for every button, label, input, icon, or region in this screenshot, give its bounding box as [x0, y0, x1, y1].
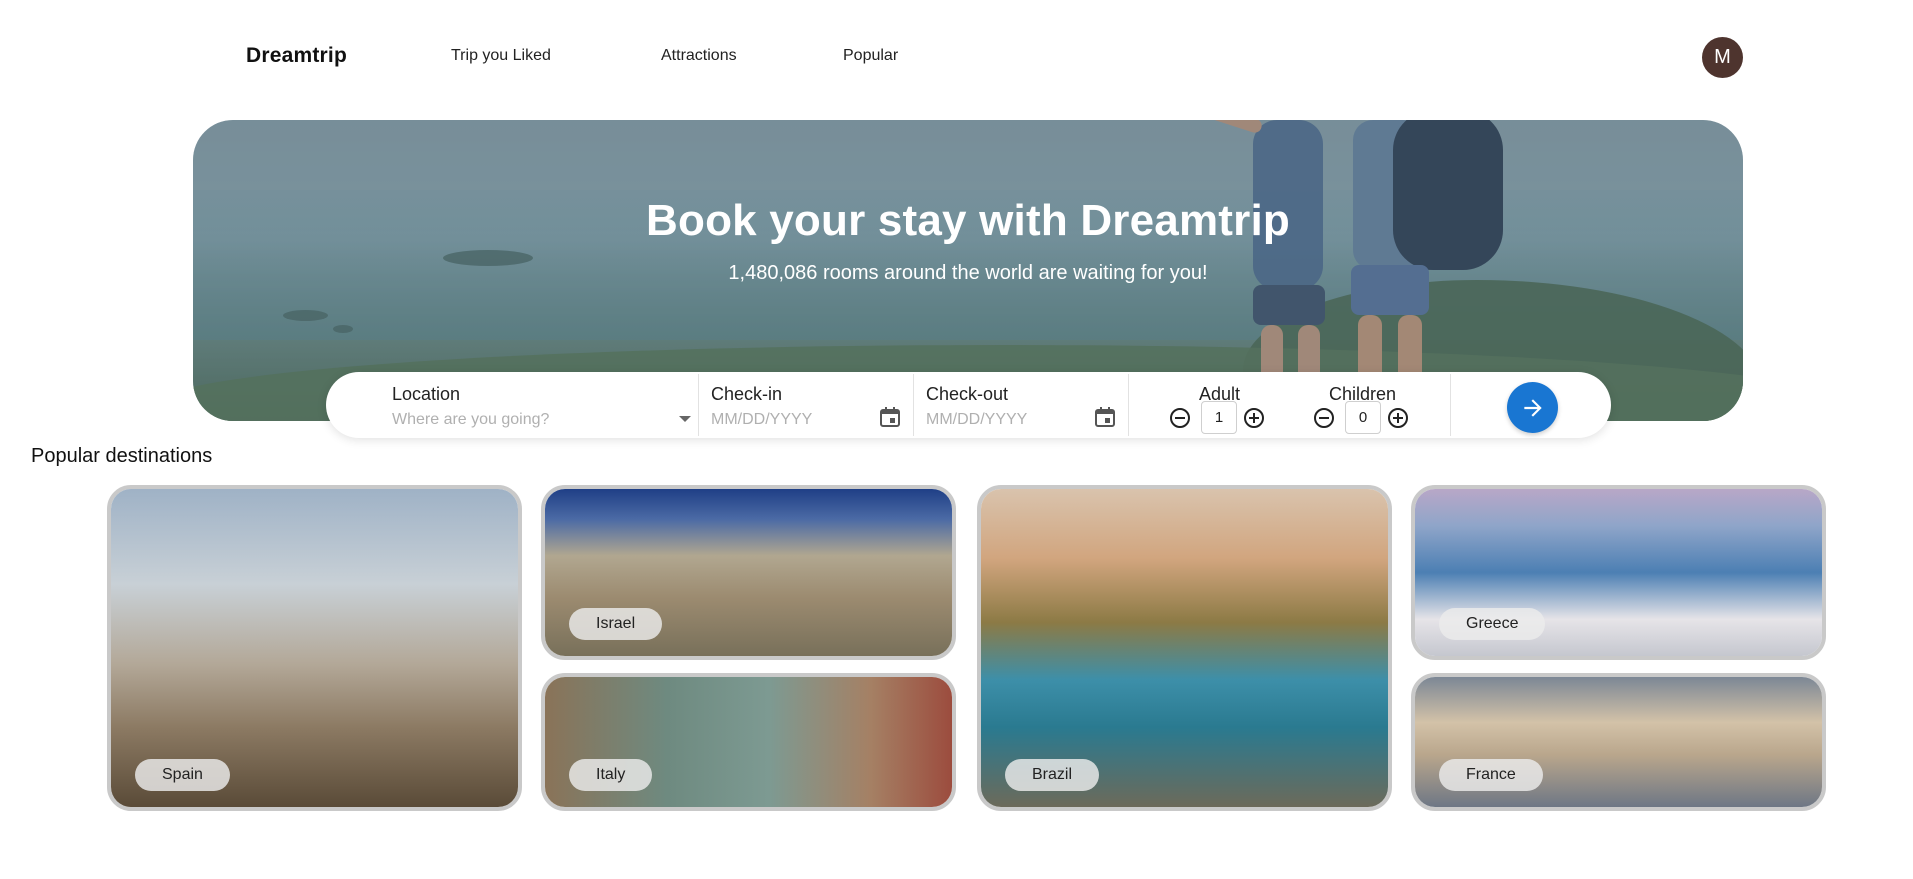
destination-label: Italy: [569, 759, 653, 791]
calendar-icon[interactable]: [1093, 405, 1117, 429]
hero-title: Book your stay with Dreamtrip: [646, 196, 1290, 245]
arrow-right-icon: [1523, 398, 1542, 417]
destination-label: Spain: [135, 759, 230, 791]
section-title-popular-destinations: Popular destinations: [31, 445, 213, 467]
top-nav: Dreamtrip Trip you Liked Attractions Pop…: [0, 0, 1913, 115]
children-count-input[interactable]: 0: [1345, 401, 1381, 434]
calendar-icon[interactable]: [878, 405, 902, 429]
destination-card-italy[interactable]: Italy: [541, 673, 956, 811]
divider: [1128, 374, 1129, 436]
avatar-initial: M: [1714, 46, 1731, 68]
search-bar: Location Where are you going? Check-in M…: [326, 372, 1611, 438]
divider: [1450, 374, 1451, 436]
adult-plus-icon[interactable]: [1243, 407, 1265, 429]
nav-link-attractions[interactable]: Attractions: [661, 47, 737, 65]
checkout-input[interactable]: MM/DD/YYYY: [926, 411, 1086, 429]
divider: [913, 374, 914, 436]
search-submit-button[interactable]: [1507, 382, 1558, 433]
checkin-input[interactable]: MM/DD/YYYY: [711, 411, 871, 429]
destination-card-spain[interactable]: Spain: [107, 485, 522, 811]
destination-label: France: [1439, 759, 1543, 791]
children-plus-icon[interactable]: [1387, 407, 1409, 429]
checkin-label: Check-in: [711, 384, 783, 404]
nav-link-popular[interactable]: Popular: [843, 47, 898, 65]
brand-logo[interactable]: Dreamtrip: [246, 44, 347, 68]
location-dropdown-caret-icon[interactable]: [679, 416, 691, 422]
destination-label: Israel: [569, 608, 663, 640]
destination-card-brazil[interactable]: Brazil: [977, 485, 1392, 811]
checkout-label: Check-out: [926, 384, 1009, 404]
avatar[interactable]: M: [1702, 37, 1743, 78]
location-input[interactable]: Where are you going?: [392, 411, 672, 429]
nav-link-trip-you-liked[interactable]: Trip you Liked: [451, 47, 551, 65]
adult-minus-icon[interactable]: [1169, 407, 1191, 429]
adult-count-input[interactable]: 1: [1201, 401, 1237, 434]
location-label: Location: [392, 384, 461, 404]
destination-card-greece[interactable]: Greece: [1411, 485, 1826, 660]
destination-label: Greece: [1439, 608, 1546, 640]
hero-subtitle: 1,480,086 rooms around the world are wai…: [728, 262, 1208, 284]
destination-label: Brazil: [1005, 759, 1100, 791]
destination-card-france[interactable]: France: [1411, 673, 1826, 811]
children-minus-icon[interactable]: [1313, 407, 1335, 429]
destination-card-israel[interactable]: Israel: [541, 485, 956, 660]
divider: [698, 374, 699, 436]
